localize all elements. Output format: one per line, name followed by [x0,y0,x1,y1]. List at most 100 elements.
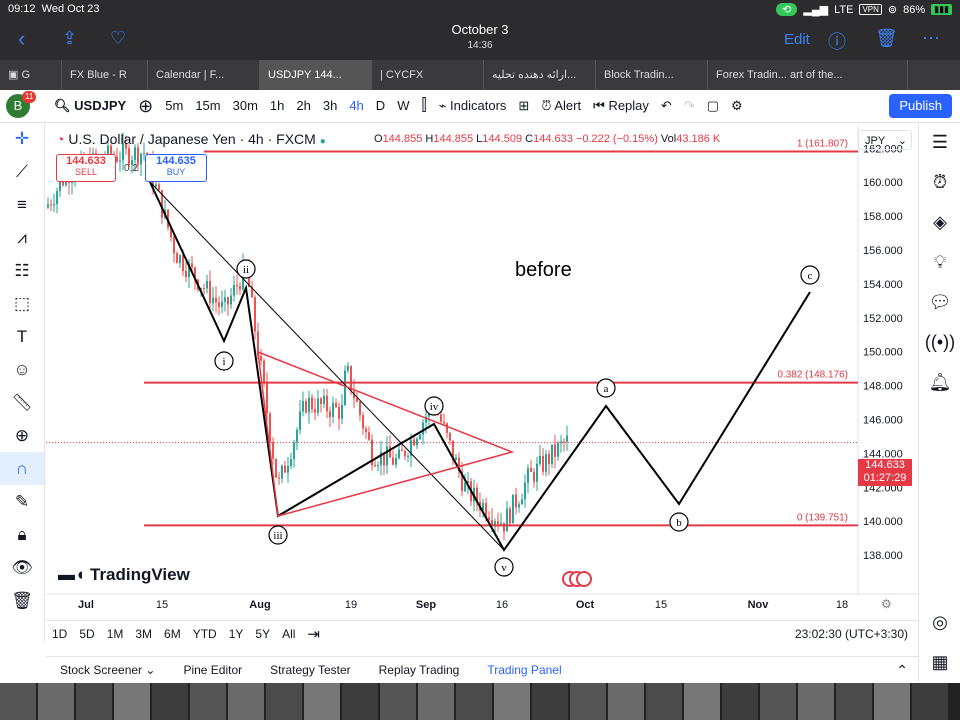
range-5d[interactable]: 5D [73,627,100,641]
info-icon[interactable]: ⓘ [828,28,846,54]
zoom-in-icon[interactable]: ⊕ [0,419,44,452]
photo-thumbnail[interactable] [266,683,302,720]
edit-button[interactable]: Edit [784,31,810,48]
range-6m[interactable]: 6M [158,627,187,641]
redo-icon[interactable]: ↷ [678,90,701,122]
eye-icon[interactable]: 👁︎ [0,551,44,584]
heart-icon[interactable]: ♡ [110,28,126,49]
range-3m[interactable]: 3M [129,627,158,641]
alert-button[interactable]: ⏰︎ Alert [535,90,587,122]
interval-4h[interactable]: 4h [343,90,369,122]
buy-button[interactable]: 144.635 BUY [145,154,207,182]
tab-cycfx[interactable]: | CYCFX [372,60,484,90]
chat-icon[interactable]: 💬︎ [919,282,960,322]
interval-15m[interactable]: 15m [189,90,226,122]
undo-icon[interactable]: ↶ [655,90,678,122]
interval-5m[interactable]: 5m [159,90,189,122]
photo-thumbnail[interactable] [228,683,264,720]
candle-type-icon[interactable]: ⫿ [415,90,432,122]
photo-thumbnail[interactable] [684,683,720,720]
currency-select[interactable]: JPY ⌄ [858,130,912,150]
collapse-panel-icon[interactable]: ⌃ [896,662,908,679]
emoji-icon[interactable]: ☺ [0,353,44,386]
streams-icon[interactable]: ((•)) [919,322,960,362]
photo-thumbnail[interactable] [798,683,834,720]
text-icon[interactable]: T [0,320,44,353]
photo-thumbnail[interactable] [722,683,758,720]
chart-legend[interactable]: ◔ U.S. Dollar / Japanese Yen · 4h · FXCM… [56,131,326,147]
interval-30m[interactable]: 30m [227,90,264,122]
photo-thumbnail[interactable] [608,683,644,720]
layers-icon[interactable]: ◈ [919,202,960,242]
pencil-lock-icon[interactable]: ✎ [0,485,44,518]
fib-retracement-icon[interactable]: ≡ [0,188,44,221]
interval-2h[interactable]: 2h [290,90,316,122]
trash-drawings-icon[interactable]: 🗑︎ [0,584,44,617]
calendar-icon[interactable]: ▦ [919,642,960,682]
photo-thumbnail[interactable] [190,683,226,720]
photo-thumbnail[interactable] [570,683,606,720]
photo-thumbnail[interactable] [912,683,948,720]
photo-thumbnail[interactable] [0,683,36,720]
magnet-icon[interactable]: ∩ [0,452,44,485]
date-range-icon[interactable]: ⇥ [301,625,326,643]
ideas-icon[interactable]: 💡︎ [919,242,960,282]
axis-settings-icon[interactable]: ⚙ [881,597,892,611]
alerts-clock-icon[interactable]: ⏰︎ [919,162,960,202]
photo-thumbnail[interactable] [342,683,378,720]
time-axis[interactable]: Jul 15 Aug 19 Sep 16 Oct 15 Nov 18 [78,599,848,611]
avatar[interactable]: B 11 [0,90,48,122]
photo-thumbnail[interactable] [494,683,530,720]
range-1y[interactable]: 1Y [223,627,250,641]
compass-icon[interactable]: ◎ [919,602,960,642]
fullscreen-icon[interactable]: ▢ [701,90,725,122]
photo-thumbnail[interactable] [380,683,416,720]
tab-fxblue[interactable]: FX Blue - R [62,60,148,90]
rectangle-icon[interactable]: ⬚ [0,287,44,320]
sell-button[interactable]: 144.633 SELL [56,154,116,182]
photo-thumbnail[interactable] [76,683,112,720]
tab-usdjpy[interactable]: USDJPY 144... [260,60,372,90]
interval-d[interactable]: D [370,90,391,122]
tab-forex-trading[interactable]: Forex Tradin... art of the... [708,60,908,90]
tab-trading-panel[interactable]: Trading Panel [473,663,575,677]
interval-3h[interactable]: 3h [317,90,343,122]
tab-block-trading[interactable]: Block Tradin... [596,60,708,90]
photo-thumbnail[interactable] [836,683,872,720]
publish-button[interactable]: Publish [889,94,952,118]
tab-persian[interactable]: ارائه دهنده تحلیه... [484,60,596,90]
range-5y[interactable]: 5Y [249,627,276,641]
photo-thumbnail[interactable] [38,683,74,720]
projection-icon[interactable]: ☷ [0,254,44,287]
back-icon[interactable]: ‹ [18,26,25,52]
ruler-icon[interactable]: 📏︎ [0,386,44,419]
range-all[interactable]: All [276,627,301,641]
photo-thumbnail[interactable] [532,683,568,720]
settings-icon[interactable]: ⚙︎ [725,90,749,122]
photo-thumbnail[interactable] [760,683,796,720]
tab-replay-trading[interactable]: Replay Trading [365,663,474,677]
layouts-icon[interactable]: ⊞ [512,90,535,122]
interval-1h[interactable]: 1h [264,90,290,122]
photo-thumbnail[interactable] [418,683,454,720]
share-icon[interactable]: ⇪ [62,28,77,49]
range-1d[interactable]: 1D [46,627,73,641]
photo-thumbnail[interactable] [456,683,492,720]
photo-thumbnail[interactable] [874,683,910,720]
events-flags-icon[interactable] [562,571,592,587]
trendline-icon[interactable]: ⟋ [0,155,44,188]
lock-icon[interactable]: 🔒︎ [0,518,44,551]
tab-pine-editor[interactable]: Pine Editor [169,663,256,677]
indicators-button[interactable]: ⌁ Indicators [433,90,513,122]
tab-strategy-tester[interactable]: Strategy Tester [256,663,364,677]
symbol-search[interactable]: 🔍︎ USDJPY [48,90,132,122]
tab-stock-screener[interactable]: Stock Screener ⌄ [46,663,169,677]
notifications-icon[interactable]: 🔔︎ [919,362,960,402]
price-chart[interactable]: 1 (161.807)0.382 (148.176)0 (139.751) ii… [46,124,918,619]
photo-thumbnail-strip[interactable] [0,683,960,720]
price-axis[interactable]: 162.000160.000158.000156.000154.000152.0… [863,143,903,562]
photo-thumbnail[interactable] [304,683,340,720]
photo-thumbnail[interactable] [114,683,150,720]
interval-w[interactable]: W [391,90,415,122]
photo-thumbnail[interactable] [646,683,682,720]
